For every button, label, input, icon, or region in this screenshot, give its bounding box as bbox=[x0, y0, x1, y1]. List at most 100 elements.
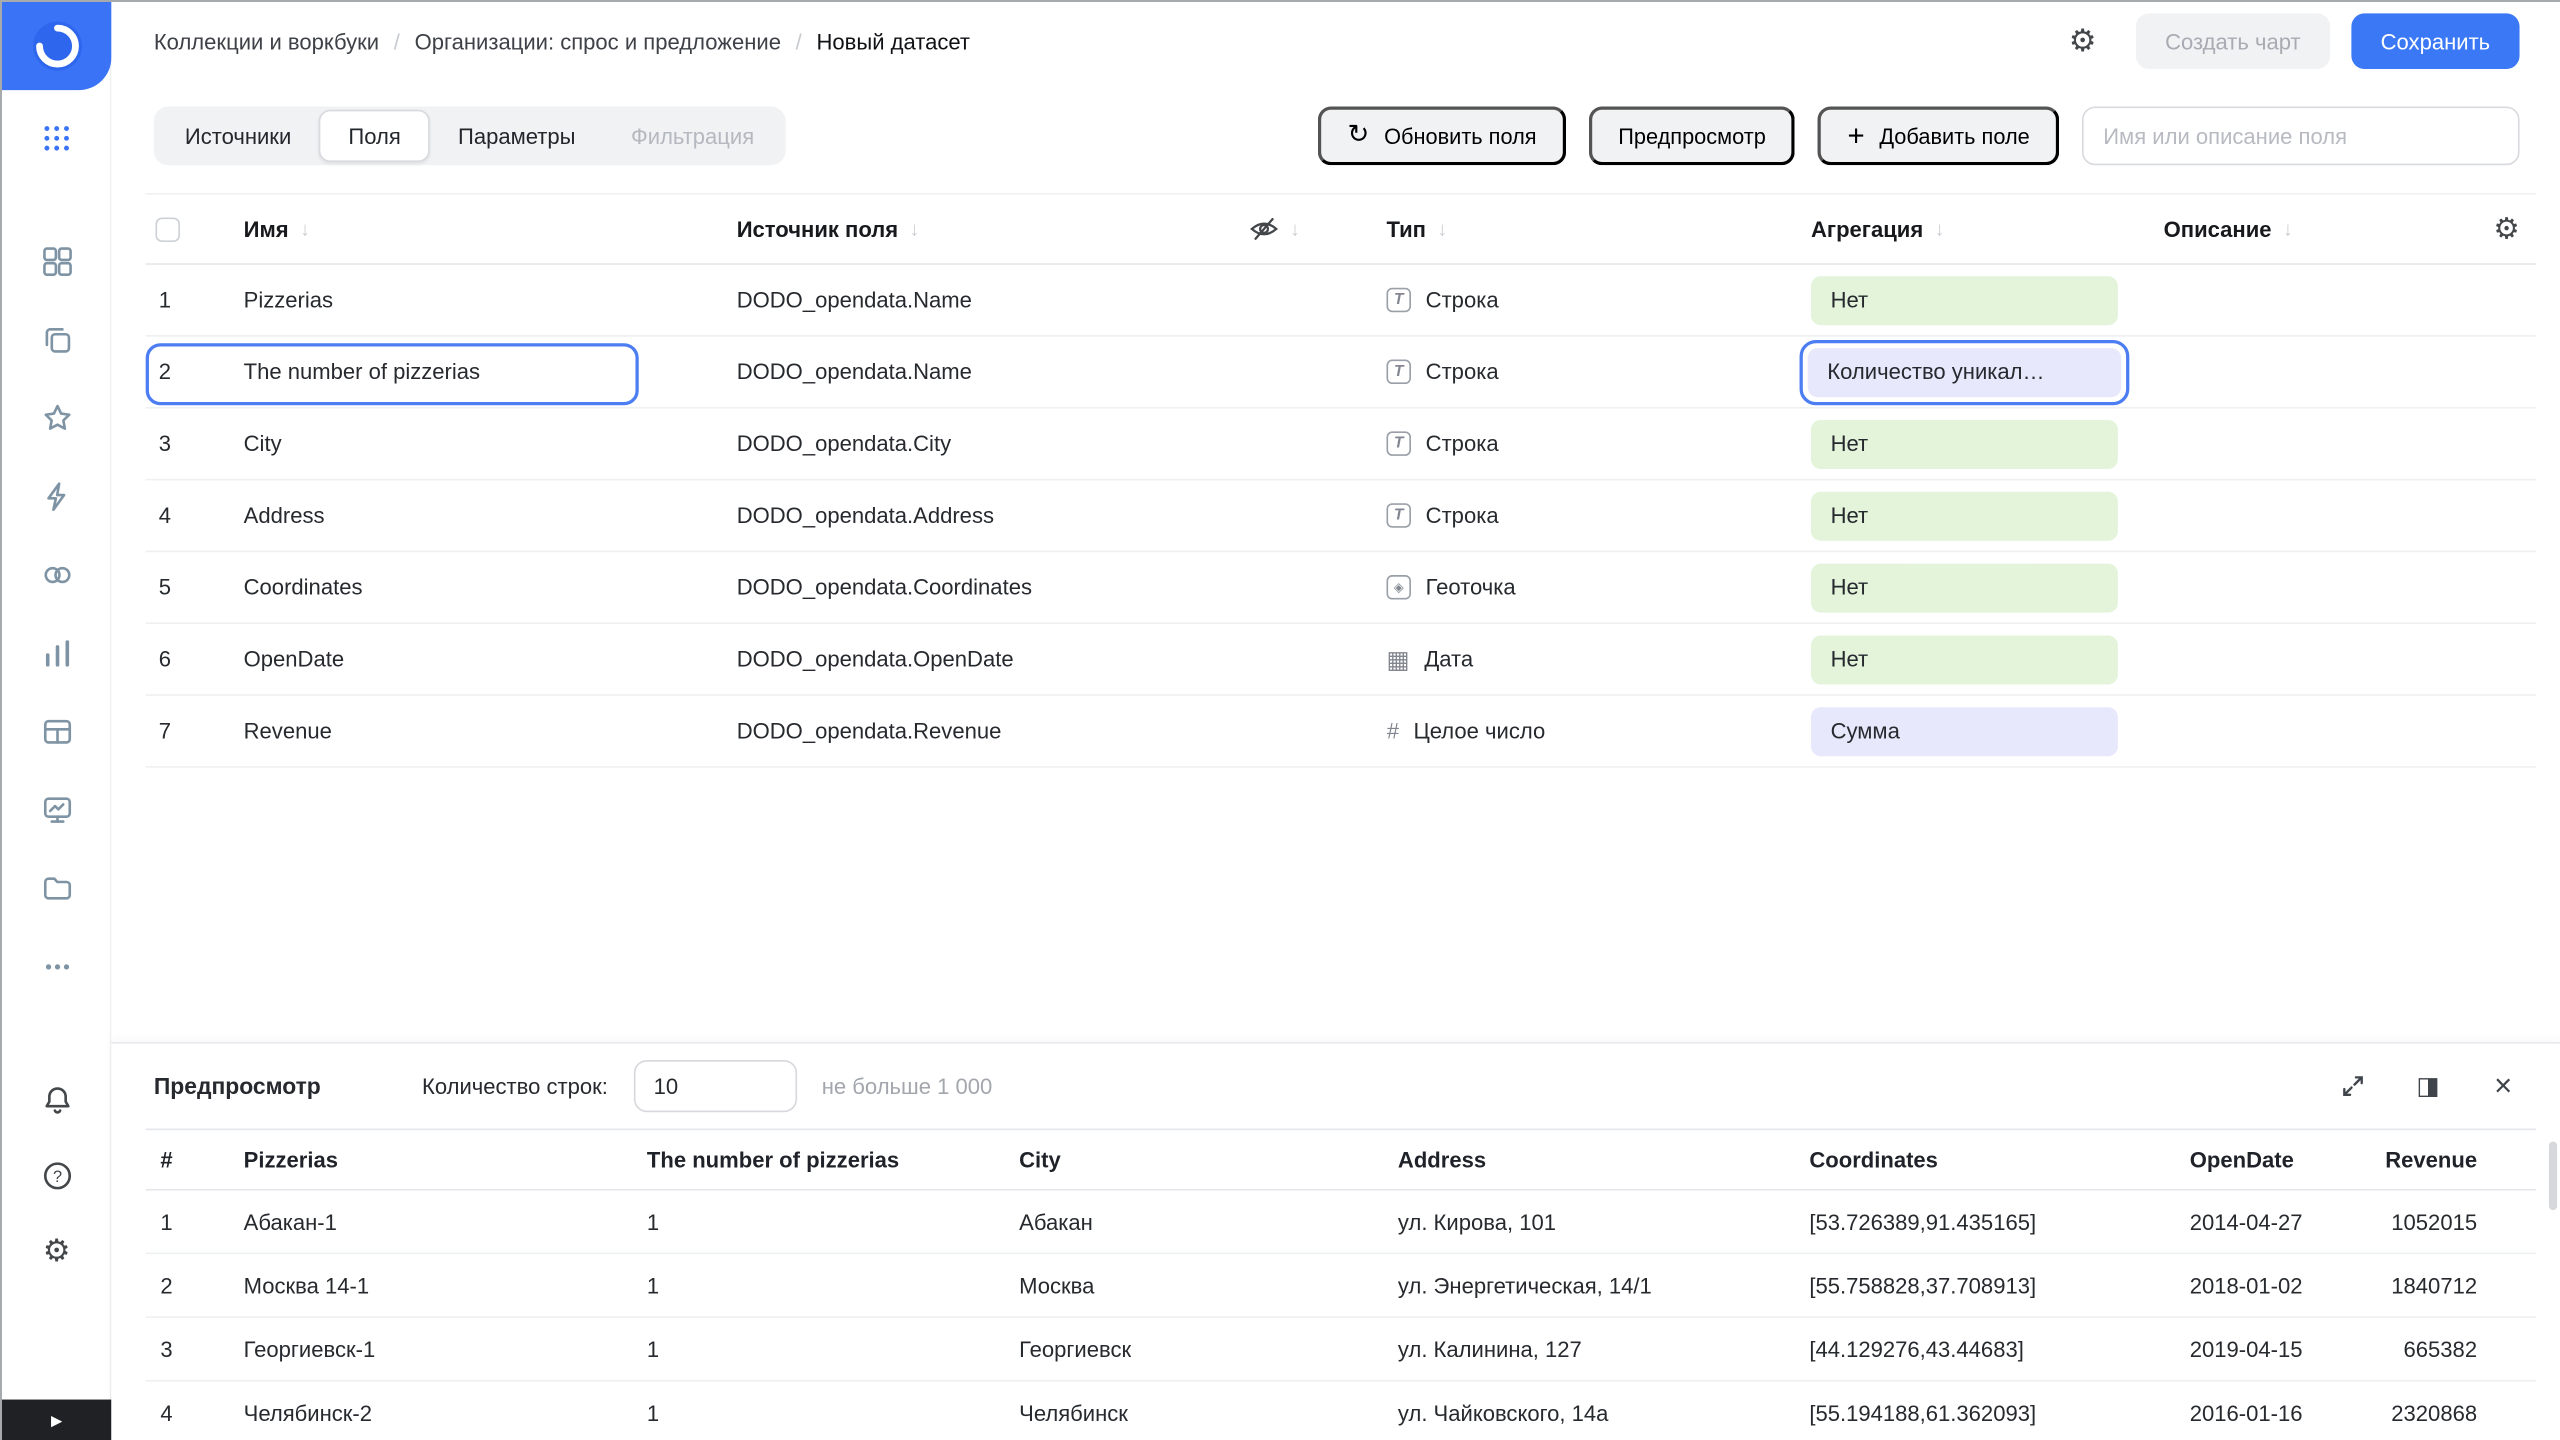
field-row[interactable]: 3 City DODO_opendata.City Строка Нет bbox=[146, 409, 2536, 481]
field-type[interactable]: Дата bbox=[1380, 647, 1811, 671]
settings-gear-icon[interactable]: ⚙ bbox=[2069, 26, 2097, 57]
apps-grid-icon[interactable] bbox=[44, 126, 70, 152]
field-row[interactable]: 7 Revenue DODO_opendata.Revenue Целое чи… bbox=[146, 696, 2536, 768]
column-header-type[interactable]: Тип↓ bbox=[1380, 217, 1811, 241]
breadcrumb-separator: / bbox=[394, 29, 400, 53]
preview-button[interactable]: Предпросмотр bbox=[1589, 106, 1795, 165]
aggregation-select[interactable]: Нет bbox=[1811, 491, 2118, 540]
sort-arrow-icon[interactable]: ↓ bbox=[1437, 218, 1447, 241]
aggregation-select[interactable]: Нет bbox=[1811, 275, 2118, 324]
preview-scrollbar[interactable] bbox=[2549, 1142, 2557, 1211]
field-type[interactable]: Строка bbox=[1380, 288, 1811, 312]
field-name[interactable]: Coordinates bbox=[221, 575, 735, 599]
copy-icon bbox=[40, 324, 73, 357]
breadcrumb-workbook[interactable]: Организации: спрос и предложение bbox=[415, 29, 781, 53]
refresh-fields-button[interactable]: ↻ Обновить поля bbox=[1318, 106, 1566, 165]
sidebar-item-connections[interactable] bbox=[29, 469, 85, 525]
field-source: DODO_opendata.Address bbox=[735, 503, 1249, 527]
datalens-logo[interactable] bbox=[2, 2, 111, 90]
aggregation-select[interactable]: Нет bbox=[1811, 419, 2118, 468]
sidebar-item-storage[interactable] bbox=[29, 861, 85, 917]
sort-arrow-icon[interactable]: ↓ bbox=[910, 218, 920, 241]
field-row[interactable]: 6 OpenDate DODO_opendata.OpenDate Дата Н… bbox=[146, 624, 2536, 696]
field-name[interactable]: Revenue bbox=[221, 719, 735, 743]
gear-icon: ⚙ bbox=[43, 1235, 71, 1266]
breadcrumb-collections[interactable]: Коллекции и воркбуки bbox=[154, 29, 379, 53]
preview-row: 1 Абакан-1 1 Абакан ул. Кирова, 101 [53.… bbox=[146, 1191, 2536, 1255]
help-icon: ? bbox=[40, 1160, 73, 1193]
sort-arrow-icon[interactable]: ↓ bbox=[2283, 218, 2293, 241]
column-header-name[interactable]: Имя↓ bbox=[221, 217, 735, 241]
star-icon bbox=[40, 402, 73, 435]
aggregation-select[interactable]: Нет bbox=[1811, 563, 2118, 612]
string-type-icon bbox=[1386, 288, 1410, 312]
field-row[interactable]: 4 Address DODO_opendata.Address Строка Н… bbox=[146, 480, 2536, 552]
field-row[interactable]: 5 Coordinates DODO_opendata.Coordinates … bbox=[146, 552, 2536, 624]
breadcrumb-current: Новый датасет bbox=[816, 29, 970, 53]
tab-filtering[interactable]: Фильтрация bbox=[603, 110, 782, 162]
sidebar-item-widgets[interactable] bbox=[29, 234, 85, 290]
field-row-selected[interactable]: 2 The number of pizzerias DODO_opendata.… bbox=[146, 337, 2536, 409]
help-button[interactable]: ? bbox=[29, 1148, 85, 1204]
column-header-source[interactable]: Источник поля↓ bbox=[735, 217, 1249, 241]
dock-preview-button[interactable]: ◨ bbox=[2412, 1070, 2445, 1103]
preview-col-city: City bbox=[1000, 1147, 1379, 1171]
sidebar-item-tables[interactable] bbox=[29, 704, 85, 760]
sort-arrow-icon[interactable]: ↓ bbox=[300, 218, 310, 241]
app-window: ? ⚙ ▶ Коллекции и воркбуки / Организации… bbox=[2, 2, 2560, 1440]
field-type[interactable]: Строка bbox=[1380, 360, 1811, 384]
field-name[interactable]: City bbox=[221, 431, 735, 455]
add-field-button[interactable]: + Добавить поле bbox=[1818, 106, 2059, 165]
sort-arrow-icon[interactable]: ↓ bbox=[1290, 218, 1300, 241]
field-name[interactable]: Address bbox=[221, 503, 735, 527]
tab-sources[interactable]: Источники bbox=[157, 110, 319, 162]
string-type-icon bbox=[1386, 503, 1410, 527]
column-header-aggregation[interactable]: Агрегация↓ bbox=[1811, 217, 2164, 241]
sidebar-item-charts[interactable] bbox=[29, 626, 85, 682]
field-name[interactable]: OpenDate bbox=[221, 647, 735, 671]
field-type[interactable]: Строка bbox=[1380, 503, 1811, 527]
calendar-type-icon bbox=[1386, 647, 1409, 671]
table-icon bbox=[40, 715, 73, 748]
tab-fields[interactable]: Поля bbox=[319, 110, 430, 162]
field-name-editing[interactable]: The number of pizzerias bbox=[221, 360, 735, 384]
notifications-button[interactable] bbox=[29, 1073, 85, 1129]
sidebar-item-datasets[interactable] bbox=[29, 547, 85, 603]
create-chart-button[interactable]: Создать чарт bbox=[2136, 13, 2330, 69]
fields-table: Имя↓ Источник поля↓ ↓ Тип↓ Агрегация↓ Оп… bbox=[146, 193, 2536, 768]
rows-count-input[interactable] bbox=[634, 1060, 797, 1112]
close-preview-button[interactable]: × bbox=[2487, 1070, 2520, 1103]
field-row-number: 2 bbox=[146, 360, 221, 384]
sidebar-item-dashboards[interactable] bbox=[29, 782, 85, 838]
field-source: DODO_opendata.Revenue bbox=[735, 719, 1249, 743]
field-type[interactable]: Целое число bbox=[1380, 719, 1811, 743]
field-source: DODO_opendata.OpenDate bbox=[735, 647, 1249, 671]
sidebar-item-more[interactable] bbox=[29, 939, 85, 995]
preview-row: 3 Георгиевск-1 1 Георгиевск ул. Калинина… bbox=[146, 1318, 2536, 1382]
field-source: DODO_opendata.Name bbox=[735, 360, 1249, 384]
column-header-description[interactable]: Описание↓ bbox=[2164, 217, 2474, 241]
settings-button[interactable]: ⚙ bbox=[29, 1223, 85, 1279]
aggregation-select-focused[interactable]: Количество уникал… bbox=[1800, 339, 2130, 404]
field-type[interactable]: Геоточка bbox=[1380, 575, 1811, 599]
preview-header: Предпросмотр Количество строк: не больше… bbox=[111, 1044, 2560, 1129]
toolbar-actions: ↻ Обновить поля Предпросмотр + Добавить … bbox=[1318, 106, 2519, 165]
column-header-hidden[interactable]: ↓ bbox=[1249, 214, 1380, 243]
field-row-number: 3 bbox=[146, 431, 221, 455]
field-name[interactable]: Pizzerias bbox=[221, 288, 735, 312]
field-row[interactable]: 1 Pizzerias DODO_opendata.Name Строка Не… bbox=[146, 265, 2536, 337]
collapse-panel-button[interactable]: ▶ bbox=[2, 1400, 111, 1440]
aggregation-select[interactable]: Сумма bbox=[1811, 706, 2118, 755]
tab-parameters[interactable]: Параметры bbox=[430, 110, 603, 162]
save-button[interactable]: Сохранить bbox=[2351, 13, 2519, 69]
sidebar-item-favorites[interactable] bbox=[29, 391, 85, 447]
sort-arrow-icon[interactable]: ↓ bbox=[1935, 218, 1945, 241]
field-type[interactable]: Строка bbox=[1380, 431, 1811, 455]
expand-preview-button[interactable] bbox=[2337, 1070, 2370, 1103]
aggregation-select[interactable]: Нет bbox=[1811, 635, 2118, 684]
field-row-number: 5 bbox=[146, 575, 221, 599]
select-all-checkbox[interactable] bbox=[155, 217, 179, 241]
sidebar-item-copies[interactable] bbox=[29, 312, 85, 368]
field-search-input[interactable] bbox=[2082, 106, 2520, 165]
columns-settings-gear-icon[interactable]: ⚙ bbox=[2474, 214, 2536, 243]
